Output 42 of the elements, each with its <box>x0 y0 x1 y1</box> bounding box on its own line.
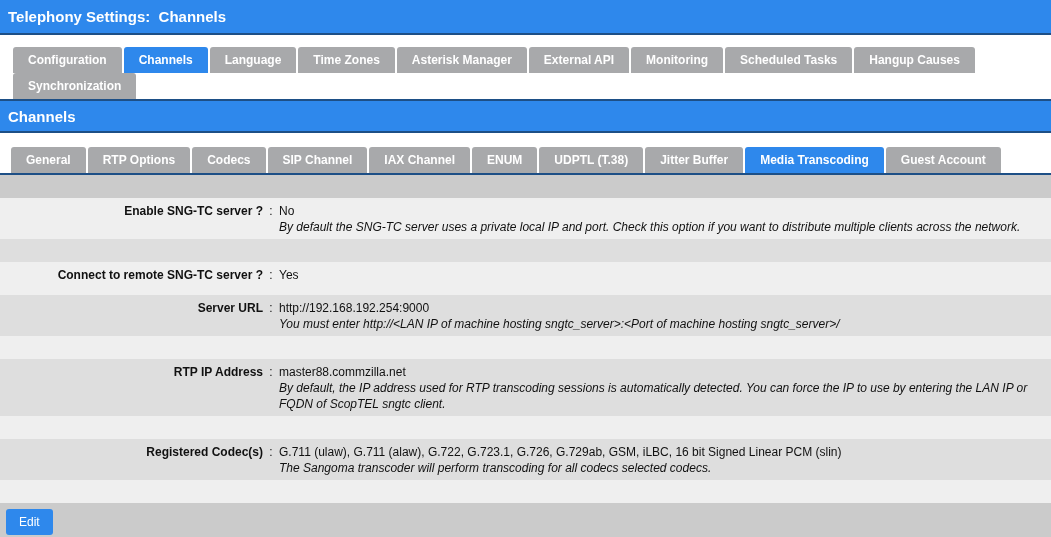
tab[interactable]: Scheduled Tasks <box>725 47 853 73</box>
field-label: Enable SNG-TC server ? <box>123 203 263 220</box>
field-label: RTP IP Address <box>172 364 263 381</box>
field-hint: By default the SNG-TC server uses a private local IP and port. Check this option if you want to distribute multiple clients across the network. <box>279 219 1022 235</box>
tab[interactable]: Configuration <box>13 47 122 73</box>
tab[interactable]: UDPTL (T.38) <box>539 147 644 173</box>
field-value: Yes <box>279 267 300 283</box>
field-label: Registered Codec(s) <box>145 444 263 461</box>
tab[interactable]: Language <box>209 47 297 73</box>
tab[interactable]: Monitoring <box>631 47 724 73</box>
field-label: Connect to remote SNG-TC server ? <box>56 267 263 284</box>
tab[interactable]: General <box>11 147 86 173</box>
field-value: master88.commzilla.net <box>279 364 407 380</box>
field-value: http://192.168.192.254:9000 <box>279 300 431 316</box>
field-label: Server URL <box>196 300 263 317</box>
tab[interactable]: Jitter Buffer <box>645 147 744 173</box>
separator: : <box>268 364 274 381</box>
tab[interactable]: ENUM <box>472 147 538 173</box>
edit-button[interactable]: Edit <box>6 508 53 535</box>
field-hint: The Sangoma transcoder will perform transcoding for all codecs selected codecs. <box>279 460 713 476</box>
section-title: Channels <box>8 107 76 125</box>
tab[interactable]: Codecs <box>192 147 266 173</box>
tab[interactable]: RTP Options <box>87 147 191 173</box>
tab[interactable]: Asterisk Manager <box>396 47 527 73</box>
tab[interactable]: Hangup Causes <box>854 47 975 73</box>
field-hint: By default, the IP address used for RTP transcoding sessions is automatically detected. You can force the IP to use by entering the LAN IP or FQDN of ScopTEL sngtc client. <box>279 380 1029 412</box>
field-hint: You must enter http://<LAN IP of machine hosting sngtc_server>:<Port of machine hosting sngtc_server>/ <box>279 316 842 332</box>
tab[interactable]: Channels <box>123 47 208 73</box>
tab[interactable]: External API <box>528 47 630 73</box>
tab[interactable]: Media Transcoding <box>745 147 884 173</box>
field-value: No <box>279 203 296 219</box>
page-title: Telephony Settings: Channels <box>8 8 227 25</box>
separator: : <box>268 203 274 220</box>
separator: : <box>268 267 274 284</box>
tab[interactable]: SIP Channel <box>267 147 368 173</box>
separator: : <box>268 300 274 317</box>
separator: : <box>268 444 274 461</box>
tab[interactable]: IAX Channel <box>369 147 470 173</box>
tab[interactable]: Guest Account <box>885 147 1001 173</box>
tab[interactable]: Time Zones <box>298 47 395 73</box>
tab[interactable]: Synchronization <box>13 73 137 99</box>
field-value: G.711 (ulaw), G.711 (alaw), G.722, G.723.1, G.726, G.729ab, GSM, iLBC, 16 bit Signed Linear PCM (slin) <box>279 444 843 460</box>
